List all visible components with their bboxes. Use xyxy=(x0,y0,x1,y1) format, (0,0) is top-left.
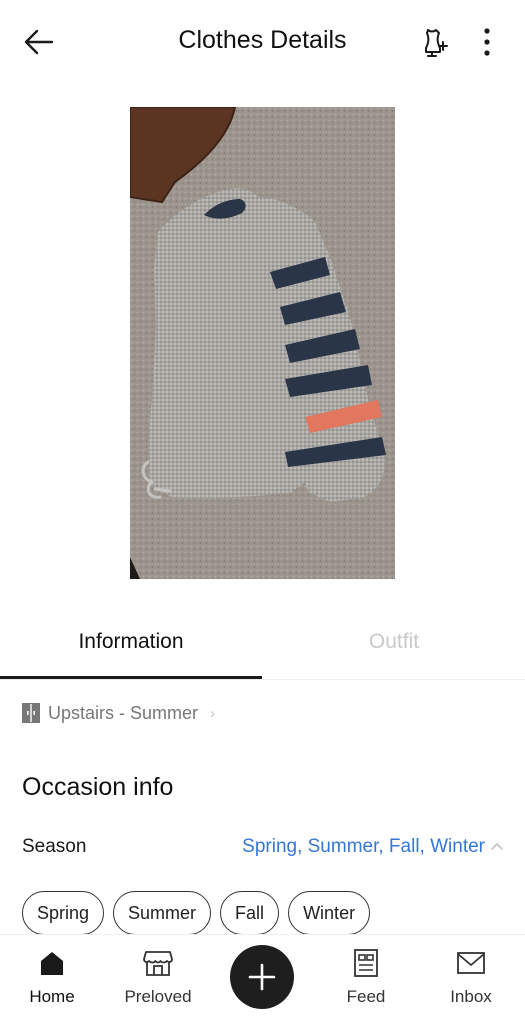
active-tab-indicator xyxy=(0,676,262,679)
season-label: Season xyxy=(22,836,87,857)
nav-home[interactable]: Home xyxy=(2,947,102,1007)
nav-inbox-label: Inbox xyxy=(450,987,492,1006)
chevron-right-icon: › xyxy=(210,704,216,722)
tab-information[interactable]: Information xyxy=(0,606,262,678)
top-app-bar: Clothes Details xyxy=(0,0,525,82)
home-icon xyxy=(41,952,63,975)
plus-icon xyxy=(248,963,276,991)
closet-location-link[interactable]: Upstairs - Summer › xyxy=(22,700,215,726)
season-value: Spring, Summer, Fall, Winter xyxy=(242,836,485,857)
closet-icon xyxy=(22,703,40,723)
sweater-photo-illustration xyxy=(130,107,395,579)
nav-home-label: Home xyxy=(29,987,75,1006)
occasion-info-heading: Occasion info xyxy=(22,773,174,801)
nav-preloved[interactable]: Preloved xyxy=(108,947,208,1007)
location-label: Upstairs - Summer xyxy=(48,702,199,723)
add-clothes-button[interactable] xyxy=(230,945,294,1009)
season-chip-spring[interactable]: Spring xyxy=(22,891,105,935)
chevron-up-icon xyxy=(491,843,503,850)
nav-preloved-label: Preloved xyxy=(124,987,192,1006)
add-to-outfit-button[interactable] xyxy=(414,22,454,62)
season-chip-group: Spring Summer Fall Winter xyxy=(22,891,371,935)
season-chip-summer[interactable]: Summer xyxy=(113,891,212,935)
bottom-navigation: Home Preloved Feed Inbox xyxy=(0,934,525,1024)
mail-icon xyxy=(457,952,485,974)
more-vertical-icon xyxy=(484,28,490,56)
detail-tabs: Information Outfit xyxy=(0,606,525,680)
tab-outfit[interactable]: Outfit xyxy=(263,606,525,678)
arrow-left-icon xyxy=(24,29,54,55)
newspaper-icon xyxy=(354,949,378,977)
storefront-icon xyxy=(143,951,173,976)
nav-inbox[interactable]: Inbox xyxy=(421,947,521,1007)
dress-form-add-icon xyxy=(425,29,448,57)
back-button[interactable] xyxy=(18,22,58,62)
nav-feed-label: Feed xyxy=(346,987,386,1006)
season-row[interactable]: Season Spring, Summer, Fall, Winter xyxy=(22,834,507,862)
season-chip-winter[interactable]: Winter xyxy=(288,891,371,935)
clothing-photo[interactable] xyxy=(130,107,395,579)
more-options-button[interactable] xyxy=(472,22,502,62)
season-chip-fall[interactable]: Fall xyxy=(220,891,280,935)
nav-feed[interactable]: Feed xyxy=(316,947,416,1007)
